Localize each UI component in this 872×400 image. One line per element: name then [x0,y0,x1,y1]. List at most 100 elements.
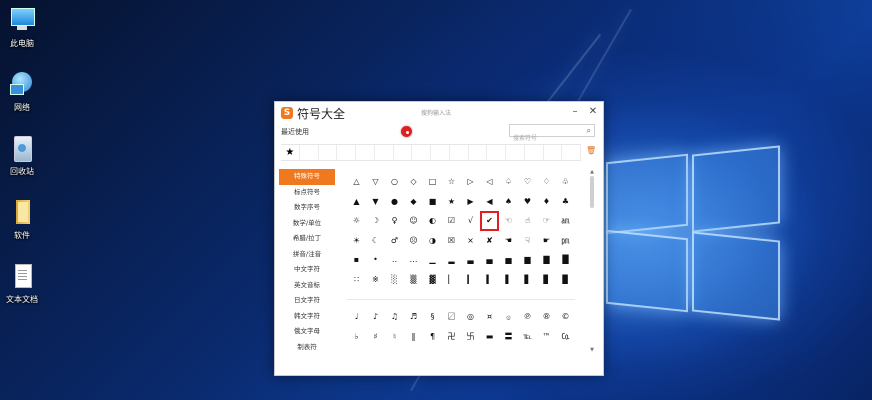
desktop-icon-software[interactable]: 软件 [0,198,44,241]
symbol-cell[interactable]: ▲ [347,192,366,212]
symbol-cell[interactable]: ♡ [518,172,537,192]
symbol-cell[interactable]: ☹ [404,231,423,251]
symbol-cell[interactable]: ◑ [423,231,442,251]
symbol-cell[interactable]: … [404,250,423,270]
symbol-cell[interactable]: ✘ [480,231,499,251]
symbol-cell[interactable]: ℗ [518,307,537,327]
recent-symbol-cell[interactable] [356,145,375,160]
recent-symbol-cell[interactable] [469,145,488,160]
symbol-cell[interactable]: ◁ [480,172,499,192]
symbol-cell[interactable]: × [461,231,480,251]
symbol-cell[interactable]: ▋ [518,270,537,290]
symbol-cell[interactable]: ▃ [461,250,480,270]
symbol-cell[interactable]: ☚ [499,231,518,251]
symbol-cell[interactable]: ▷ [461,172,480,192]
scroll-thumb[interactable] [590,176,594,208]
symbol-cell[interactable]: ▪ [347,250,366,270]
symbol-cell[interactable]: ㏘ [556,231,575,251]
symbol-cell[interactable]: √ [461,211,480,231]
close-button[interactable]: ✕ [586,105,600,119]
category-item[interactable]: 希腊/拉丁 [279,231,335,247]
symbol-cell[interactable]: ▏ [442,270,461,290]
symbol-cell[interactable]: 〓 [499,327,518,347]
category-item[interactable]: 俄文字母 [279,324,335,340]
symbol-cell[interactable]: ▂ [442,250,461,270]
symbol-cell[interactable]: ☽ [366,211,385,231]
symbol-cell[interactable]: ♥ [518,192,537,212]
symbol-cell[interactable]: ◇ [404,172,423,192]
symbol-cell[interactable]: ℡ [518,327,537,347]
symbol-cell[interactable]: ░ [385,270,404,290]
symbol-cell[interactable]: ▌ [499,270,518,290]
symbol-cell[interactable]: ☑ [442,211,461,231]
recent-symbol-cell[interactable] [544,145,563,160]
search-icon[interactable]: ⌕ [587,126,591,136]
recent-symbol-cell[interactable] [431,145,450,160]
category-item[interactable]: 制表符 [279,340,335,356]
symbol-cell[interactable]: ▍ [480,270,499,290]
symbol-cell[interactable]: ♯ [366,327,385,347]
symbol-cell[interactable]: ¤ [480,307,499,327]
symbol-cell[interactable]: ♭ [347,327,366,347]
symbol-cell[interactable]: • [366,250,385,270]
symbol-cell[interactable]: ㏂ [556,211,575,231]
desktop-icon-this-pc[interactable]: 此电脑 [0,6,44,49]
symbol-cell[interactable]: ♤ [499,172,518,192]
symbol-cell[interactable]: △ [347,172,366,192]
symbol-cell[interactable]: ☺ [404,211,423,231]
symbol-cell[interactable]: ☒ [442,231,461,251]
symbol-cell[interactable]: □ [423,172,442,192]
symbol-cell[interactable]: ♮ [385,327,404,347]
symbol-cell[interactable]: █ [556,250,575,270]
symbol-cell[interactable]: ▼ [366,192,385,212]
symbol-cell[interactable]: ∷ [347,270,366,290]
symbol-cell[interactable]: ¶ [423,327,442,347]
symbol-cell[interactable]: ♪ [366,307,385,327]
recent-symbol-cell[interactable]: ★ [281,145,300,160]
desktop-icon-recycle-bin[interactable]: 回收站 [0,134,44,177]
symbol-cell[interactable]: ㏇ [556,327,575,347]
symbol-cell[interactable]: ▁ [423,250,442,270]
symbol-cell[interactable]: ▊ [537,270,556,290]
symbol-cell[interactable]: ◎ [461,307,480,327]
category-item[interactable]: 标点符号 [279,185,335,201]
category-item[interactable]: 中文字符 [279,262,335,278]
symbol-cell[interactable]: ▶ [461,192,480,212]
symbol-cell[interactable]: ▆ [518,250,537,270]
symbol-cell[interactable]: ▎ [461,270,480,290]
symbol-cell[interactable]: ▅ [499,250,518,270]
symbol-cell[interactable]: ☟ [518,231,537,251]
recent-symbol-cell[interactable] [487,145,506,160]
symbol-cell[interactable]: ☼ [347,211,366,231]
symbol-cell[interactable]: ✔ [480,211,499,231]
symbol-cell[interactable]: ▬ [480,327,499,347]
symbol-cell[interactable]: ※ [366,270,385,290]
symbol-cell[interactable]: ♬ [404,307,423,327]
scroll-up-icon[interactable]: ▲ [588,168,596,176]
symbol-cell[interactable]: ▇ [537,250,556,270]
symbol-cell[interactable]: ▓ [423,270,442,290]
recent-symbol-cell[interactable] [525,145,544,160]
category-item[interactable]: 韩文字符 [279,309,335,325]
symbol-cell[interactable]: ♧ [556,172,575,192]
symbol-cell[interactable]: ★ [442,192,461,212]
symbol-cell[interactable]: ◆ [404,192,423,212]
symbol-cell[interactable]: ‥ [385,250,404,270]
symbol-cell[interactable]: ♫ [385,307,404,327]
recent-symbol-cell[interactable] [506,145,525,160]
desktop-icon-text-document[interactable]: 文本文档 [0,262,44,305]
recent-symbol-cell[interactable] [562,145,581,160]
symbol-cell[interactable]: ☞ [537,211,556,231]
symbol-cell[interactable]: ☆ [442,172,461,192]
symbol-cell[interactable]: ♢ [537,172,556,192]
symbol-cell[interactable]: ☜ [499,211,518,231]
symbol-cell[interactable]: § [423,307,442,327]
symbol-cell[interactable]: ☾ [366,231,385,251]
symbol-cell[interactable]: ۞ [499,307,518,327]
symbol-cell[interactable]: ◀ [480,192,499,212]
desktop-icon-network[interactable]: 网络 [0,70,44,113]
category-item[interactable]: 日文字符 [279,293,335,309]
recent-symbol-cell[interactable] [394,145,413,160]
symbol-cell[interactable]: ☝ [518,211,537,231]
symbol-cell[interactable]: ♦ [537,192,556,212]
